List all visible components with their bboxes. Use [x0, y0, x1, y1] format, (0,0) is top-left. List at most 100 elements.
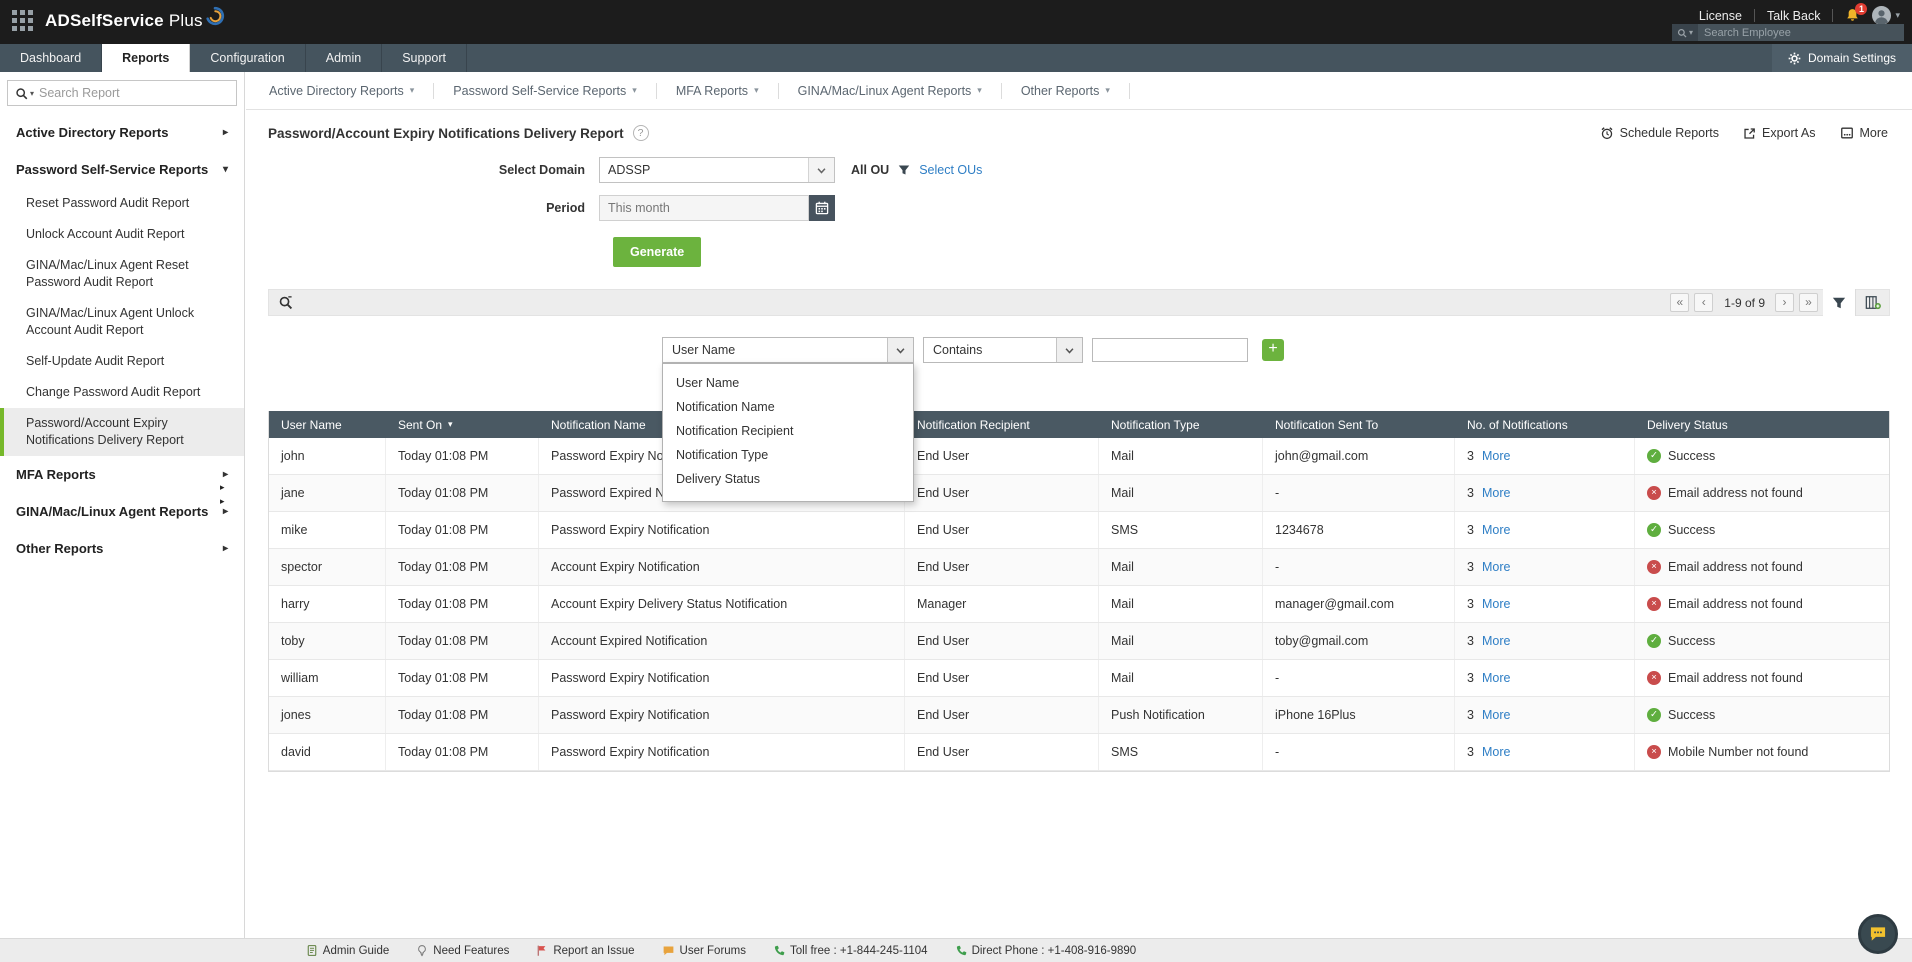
more-link[interactable]: More	[1482, 745, 1510, 759]
column-header-no-of-notifications[interactable]: No. of Notifications	[1455, 418, 1635, 432]
filter-value-input[interactable]	[1092, 338, 1248, 362]
support-chat-button[interactable]	[1858, 914, 1898, 954]
column-chooser-button[interactable]	[1855, 289, 1889, 316]
help-icon[interactable]: ?	[633, 125, 649, 141]
dropdown-option-notification-name[interactable]: Notification Name	[663, 395, 913, 419]
app-grid-icon[interactable]	[12, 10, 33, 31]
more-link[interactable]: More	[1482, 597, 1510, 611]
cell-notification-name: Password Expiry Notification	[539, 512, 905, 548]
notification-bell-icon[interactable]: 1	[1845, 8, 1860, 23]
sort-desc-icon[interactable]: ▾	[448, 419, 453, 430]
sidebar-section-other-reports[interactable]: Other Reports▸	[0, 530, 244, 567]
tab-admin[interactable]: Admin	[306, 44, 382, 72]
sidebar-section-gina-mac-linux-agent-reports[interactable]: GINA/Mac/Linux Agent Reports▸	[0, 493, 244, 530]
menu-other-reports[interactable]: Other Reports▾	[1002, 83, 1130, 99]
sidebar-item-self-update-audit-report[interactable]: Self-Update Audit Report	[0, 346, 244, 377]
menu-active-directory-reports[interactable]: Active Directory Reports▾	[250, 83, 434, 99]
column-header-notification-type[interactable]: Notification Type	[1099, 418, 1263, 432]
footer-report-an-issue[interactable]: Report an Issue	[536, 944, 634, 957]
dropdown-option-notification-recipient[interactable]: Notification Recipient	[663, 419, 913, 443]
filter-field-select[interactable]: User Name	[662, 337, 914, 363]
table-row: mikeToday 01:08 PMPassword Expiry Notifi…	[269, 512, 1889, 549]
cell-notification-recipient: Manager	[905, 586, 1099, 622]
sidebar-item-password-account-expiry-notifications-delivery-report[interactable]: Password/Account Expiry Notifications De…	[0, 408, 244, 456]
menu-mfa-reports[interactable]: MFA Reports▾	[657, 83, 779, 99]
menu-password-self-service-reports[interactable]: Password Self-Service Reports▾	[434, 83, 657, 99]
generate-button[interactable]: Generate	[613, 237, 701, 267]
more-link[interactable]: More	[1482, 449, 1510, 463]
sidebar-collapse-handle[interactable]: ▸▸	[220, 480, 225, 508]
grid-toolbar: « ‹ 1-9 of 9 › »	[268, 289, 1890, 316]
sidebar-item-reset-password-audit-report[interactable]: Reset Password Audit Report	[0, 188, 244, 219]
tab-configuration[interactable]: Configuration	[190, 44, 305, 72]
column-header-notification-sent-to[interactable]: Notification Sent To	[1263, 418, 1455, 432]
chevron-down-icon[interactable]	[887, 338, 913, 362]
cell-no-of-notifications: 3More	[1455, 586, 1635, 622]
more-link[interactable]: More	[1482, 708, 1510, 722]
pagination-first-button[interactable]: «	[1670, 293, 1689, 312]
phone-icon	[955, 945, 967, 957]
domain-select[interactable]: ADSSP	[599, 157, 835, 183]
tab-reports[interactable]: Reports	[102, 44, 190, 72]
report-search-input[interactable]	[39, 86, 229, 100]
add-filter-button[interactable]: +	[1262, 339, 1284, 361]
tab-support[interactable]: Support	[382, 44, 467, 72]
more-link[interactable]: More	[1482, 671, 1510, 685]
more-link[interactable]: More	[1482, 486, 1510, 500]
footer-user-forums[interactable]: User Forums	[662, 945, 746, 957]
sidebar-section-active-directory-reports[interactable]: Active Directory Reports▸	[0, 114, 244, 151]
status-label: Success	[1668, 708, 1715, 722]
employee-search-input[interactable]	[1698, 27, 1904, 39]
pagination-next-button[interactable]: ›	[1775, 293, 1794, 312]
column-header-notification-recipient[interactable]: Notification Recipient	[905, 418, 1099, 432]
chevron-down-icon[interactable]	[808, 158, 834, 182]
footer-admin-guide[interactable]: Admin Guide	[306, 944, 389, 957]
more-link[interactable]: More	[1482, 634, 1510, 648]
tab-dashboard[interactable]: Dashboard	[0, 44, 102, 72]
pagination-prev-button[interactable]: ‹	[1694, 293, 1713, 312]
filter-toggle-button[interactable]	[1823, 289, 1855, 316]
sidebar-item-unlock-account-audit-report[interactable]: Unlock Account Audit Report	[0, 219, 244, 250]
employee-search[interactable]: ▾	[1672, 24, 1904, 41]
cell-notification-sent-to: manager@gmail.com	[1263, 586, 1455, 622]
sidebar-section-password-self-service-reports[interactable]: Password Self-Service Reports▾	[0, 151, 244, 188]
talk-back-link[interactable]: Talk Back	[1767, 9, 1821, 23]
period-field[interactable]: This month	[599, 195, 809, 221]
more-button[interactable]: More	[1840, 126, 1888, 140]
more-link[interactable]: More	[1482, 560, 1510, 574]
more-link[interactable]: More	[1482, 523, 1510, 537]
sidebar-item-gina-mac-linux-agent-reset-password-audit-report[interactable]: GINA/Mac/Linux Agent Reset Password Audi…	[0, 250, 244, 298]
table-search-icon[interactable]	[278, 295, 293, 310]
footer-need-features[interactable]: Need Features	[416, 944, 509, 957]
schedule-reports-button[interactable]: Schedule Reports	[1600, 126, 1719, 140]
select-ous-link[interactable]: Select OUs	[919, 163, 982, 177]
filter-operator-select[interactable]: Contains	[923, 337, 1083, 363]
avatar-icon	[1872, 6, 1891, 25]
cell-notification-type: Mail	[1099, 660, 1263, 696]
pagination-last-button[interactable]: »	[1799, 293, 1818, 312]
dropdown-option-user-name[interactable]: User Name	[663, 371, 913, 395]
column-header-delivery-status[interactable]: Delivery Status	[1635, 418, 1891, 432]
chevron-down-icon[interactable]	[1056, 338, 1082, 362]
sidebar-item-change-password-audit-report[interactable]: Change Password Audit Report	[0, 377, 244, 408]
column-header-user-name[interactable]: User Name	[269, 418, 386, 432]
cell-sent-on: Today 01:08 PM	[386, 734, 539, 770]
dropdown-option-notification-type[interactable]: Notification Type	[663, 443, 913, 467]
user-menu[interactable]: ▾	[1872, 6, 1900, 25]
sidebar-item-gina-mac-linux-agent-unlock-account-audit-report[interactable]: GINA/Mac/Linux Agent Unlock Account Audi…	[0, 298, 244, 346]
report-search[interactable]: ▾	[7, 80, 237, 106]
license-link[interactable]: License	[1699, 9, 1742, 23]
notification-count: 3	[1467, 523, 1474, 537]
ou-filter-icon[interactable]	[898, 164, 910, 176]
column-header-sent-on[interactable]: Sent On▾	[386, 418, 539, 432]
dropdown-option-delivery-status[interactable]: Delivery Status	[663, 467, 913, 491]
menu-gina-mac-linux-agent-reports[interactable]: GINA/Mac/Linux Agent Reports▾	[779, 83, 1002, 99]
logo-light: Plus	[169, 11, 203, 31]
table-row: spectorToday 01:08 PMAccount Expiry Noti…	[269, 549, 1889, 586]
export-as-button[interactable]: Export As	[1743, 126, 1816, 140]
domain-settings-button[interactable]: Domain Settings	[1772, 44, 1912, 72]
calendar-icon[interactable]	[809, 195, 835, 221]
sidebar-section-mfa-reports[interactable]: MFA Reports▸	[0, 456, 244, 493]
cell-notification-sent-to: toby@gmail.com	[1263, 623, 1455, 659]
cell-sent-on: Today 01:08 PM	[386, 697, 539, 733]
